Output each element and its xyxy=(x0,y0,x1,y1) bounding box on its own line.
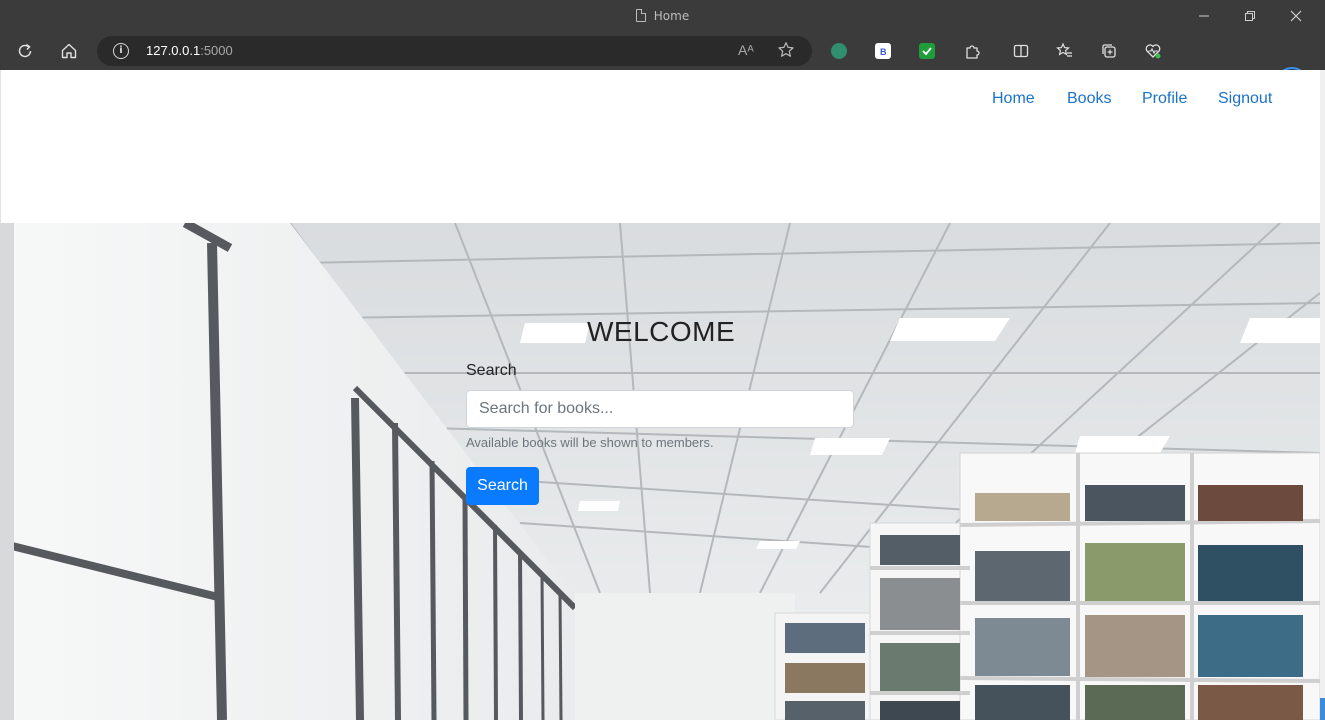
read-aloud-icon[interactable]: Aᴬ xyxy=(738,42,754,58)
hero-section: WELCOME Search Available books will be s… xyxy=(0,223,1320,720)
browser-toolbar: i 127.0.0.1:5000 Aᴬ B ··· b xyxy=(0,32,1325,99)
search-input[interactable] xyxy=(466,390,854,428)
restore-icon xyxy=(1245,11,1255,21)
url-text[interactable]: 127.0.0.1:5000 xyxy=(146,43,233,58)
tab-title: Home xyxy=(653,9,690,23)
close-button[interactable] xyxy=(1284,6,1308,26)
site-navbar: Home Books Profile Signout xyxy=(0,70,1320,223)
favorite-star-button[interactable] xyxy=(777,41,795,63)
search-button[interactable]: Search xyxy=(466,467,539,505)
address-bar[interactable]: i 127.0.0.1:5000 Aᴬ xyxy=(97,36,812,66)
nav-books-link[interactable]: Books xyxy=(1067,90,1111,108)
refresh-icon xyxy=(18,43,32,58)
site-info-icon[interactable]: i xyxy=(113,43,129,59)
nav-profile-link[interactable]: Profile xyxy=(1142,90,1187,108)
minimize-button[interactable] xyxy=(1192,6,1216,26)
extension-chat-icon[interactable] xyxy=(831,43,847,59)
refresh-button[interactable] xyxy=(13,39,37,63)
scrollbar-thumb[interactable] xyxy=(1320,698,1325,720)
nav-home-link[interactable]: Home xyxy=(992,90,1035,108)
close-icon xyxy=(1290,10,1302,22)
collections-icon xyxy=(1102,44,1116,58)
svg-text:B: B xyxy=(880,47,887,57)
document-icon xyxy=(635,9,646,22)
split-screen-button[interactable] xyxy=(1009,39,1033,63)
favorites-icon xyxy=(1056,42,1072,57)
extension-b-icon[interactable]: B xyxy=(875,43,891,59)
browser-essentials-button[interactable] xyxy=(1141,39,1165,63)
puzzle-icon xyxy=(966,45,980,59)
split-screen-icon xyxy=(1013,44,1029,58)
collections-button[interactable] xyxy=(1097,39,1121,63)
home-button[interactable] xyxy=(57,39,81,63)
page-scrollbar[interactable] xyxy=(1320,70,1325,720)
window-title: Home xyxy=(0,9,1325,23)
heart-pulse-icon xyxy=(1145,44,1161,59)
search-label: Search xyxy=(466,362,517,379)
library-background-image xyxy=(0,223,1320,720)
star-icon xyxy=(778,42,794,57)
search-help-text: Available books will be shown to members… xyxy=(466,435,714,450)
favorites-button[interactable] xyxy=(1053,39,1077,63)
window-titlebar: Home xyxy=(0,0,1325,32)
welcome-heading: WELCOME xyxy=(587,316,736,347)
nav-signout-link[interactable]: Signout xyxy=(1218,90,1272,108)
extensions-button[interactable] xyxy=(960,39,984,63)
home-icon xyxy=(61,43,77,59)
minimize-icon xyxy=(1199,15,1209,17)
restore-button[interactable] xyxy=(1238,6,1262,26)
extension-check-icon[interactable] xyxy=(919,43,935,59)
page-viewport: Home Books Profile Signout WELCOME Searc… xyxy=(0,70,1320,720)
